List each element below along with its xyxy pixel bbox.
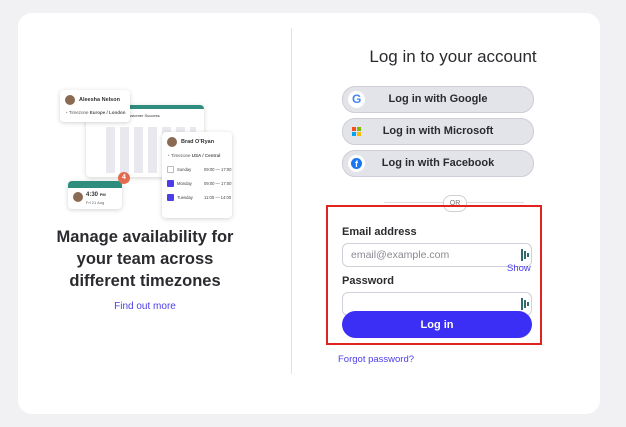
avatar <box>167 137 177 147</box>
find-out-more-link[interactable]: Find out more <box>110 301 180 312</box>
avatar <box>73 192 83 202</box>
password-manager-icon[interactable] <box>521 298 530 310</box>
time-date: Fri 21 Aug <box>86 200 105 205</box>
google-login-button[interactable]: G Log in with Google <box>342 86 534 113</box>
availability-row: Monday 09:00 — 17:00 <box>167 180 231 187</box>
user-name: Aleesha Nelson <box>79 97 120 103</box>
login-button[interactable]: Log in <box>342 311 532 338</box>
availability-row: Sunday 09:00 — 17:00 <box>167 166 231 173</box>
availability-row: Tuesday 11:00 — 14:00 <box>167 194 231 201</box>
tagline: Manage availability for your team across… <box>56 228 234 290</box>
time-card: 4:30 PM Fri 21 Aug <box>68 181 122 209</box>
email-label: Email address <box>342 226 417 238</box>
vertical-divider <box>291 28 292 374</box>
microsoft-login-button[interactable]: Log in with Microsoft <box>342 118 534 145</box>
user-card-brad: Brad O'Ryan ◔ Timezone USA / Central Sun… <box>162 132 232 218</box>
page-title: Log in to your account <box>369 47 537 66</box>
email-field[interactable] <box>342 243 532 267</box>
user-timezone: ◔ Timezone Europe / London <box>65 110 126 115</box>
checkbox-icon <box>167 180 174 187</box>
user-name: Brad O'Ryan <box>181 139 215 145</box>
show-password-toggle[interactable]: Show <box>507 263 531 274</box>
password-manager-icon[interactable] <box>521 249 530 261</box>
avatar <box>65 95 75 105</box>
user-card-aleesha: Aleesha Nelson ◔ Timezone Europe / Londo… <box>60 90 130 122</box>
facebook-login-button[interactable]: f Log in with Facebook <box>342 150 534 177</box>
forgot-password-link[interactable]: Forgot password? <box>338 354 414 365</box>
availability-illustration: Customer Success Aleesha Nelson ◔ Timezo… <box>58 88 238 218</box>
checkbox-icon <box>167 166 174 173</box>
user-timezone: ◔ Timezone USA / Central <box>167 153 221 158</box>
time-value: 4:30 <box>86 192 99 198</box>
notification-badge: 4 <box>118 172 130 184</box>
password-label: Password <box>342 275 394 287</box>
checkbox-icon <box>167 194 174 201</box>
calendar-title: Customer Success <box>126 113 160 118</box>
